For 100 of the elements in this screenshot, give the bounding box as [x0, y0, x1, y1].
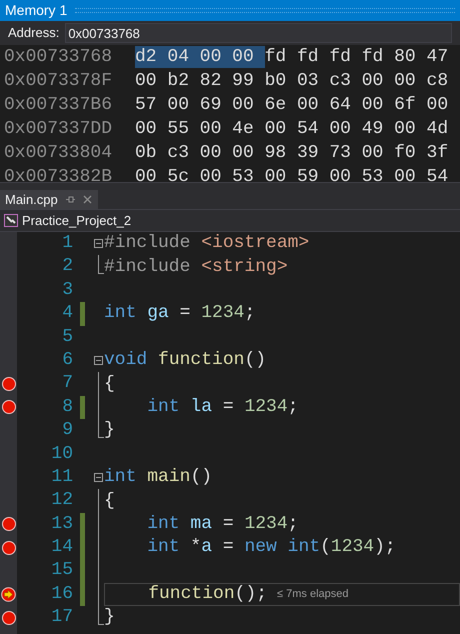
memory-byte[interactable]: 39 — [296, 142, 330, 164]
memory-byte[interactable]: c3 — [329, 70, 362, 92]
memory-byte[interactable]: 00 — [426, 94, 459, 116]
memory-byte[interactable]: 00 — [394, 118, 427, 140]
file-tab[interactable]: Main.cpp — [0, 190, 98, 209]
address-label: Address: — [8, 24, 60, 42]
memory-byte[interactable]: 47 — [426, 46, 459, 68]
memory-byte[interactable]: 00 — [264, 118, 297, 140]
pin-icon[interactable] — [66, 195, 75, 204]
memory-byte[interactable]: d2 — [135, 46, 168, 68]
memory-byte[interactable]: c8 — [426, 70, 459, 92]
memory-byte[interactable]: 6e — [264, 94, 297, 116]
memory-byte[interactable]: 73 — [329, 142, 362, 164]
breakpoint-icon[interactable] — [2, 400, 16, 414]
memory-byte[interactable]: 64 — [329, 94, 362, 116]
line-number: 15 — [50, 559, 73, 582]
memory-byte[interactable]: fd — [362, 46, 394, 68]
code-line: { — [104, 490, 115, 512]
line-number: 7 — [61, 372, 73, 396]
elapsed-time: ≤ 7ms elapsed — [277, 587, 348, 602]
code-line: int *a = new int(1234); — [146, 536, 396, 560]
memory-byte[interactable]: 00 — [167, 94, 200, 116]
memory-byte[interactable]: 00 — [394, 70, 427, 92]
memory-byte[interactable]: 00 — [200, 166, 232, 182]
code-line: { — [104, 372, 115, 396]
line-number: 12 — [50, 489, 73, 512]
memory-byte[interactable]: fd — [264, 46, 297, 68]
collapse-icon[interactable] — [94, 239, 103, 248]
memory-byte[interactable]: 00 — [394, 166, 427, 182]
code-line: int ma = 1234; — [146, 512, 298, 536]
code-line: } — [104, 419, 115, 442]
memory-byte[interactable]: 03 — [296, 70, 330, 92]
line-number: 6 — [61, 348, 73, 372]
horizontal-scrollbar[interactable] — [0, 182, 460, 190]
memory-byte[interactable]: 4e — [232, 118, 265, 140]
memory-byte[interactable]: fd — [329, 46, 362, 68]
line-number: 17 — [50, 606, 73, 630]
line-number: 14 — [50, 536, 73, 560]
memory-byte[interactable]: 00 — [200, 46, 232, 68]
memory-address: 0x007337B6 — [3, 94, 114, 116]
fold-end-line — [98, 419, 104, 438]
memory-byte[interactable]: 54 — [426, 166, 459, 182]
fold-end-line — [98, 255, 104, 274]
line-number: 4 — [61, 302, 73, 326]
memory-byte[interactable]: 99 — [232, 70, 265, 92]
collapse-icon[interactable] — [94, 472, 103, 482]
memory-byte[interactable]: c3 — [167, 142, 200, 164]
memory-byte[interactable]: b2 — [167, 70, 200, 92]
memory-byte[interactable]: 0b — [135, 142, 168, 164]
memory-byte[interactable]: 00 — [200, 142, 232, 164]
memory-byte[interactable]: 82 — [200, 70, 232, 92]
memory-byte[interactable]: 3f — [426, 142, 459, 164]
memory-byte[interactable]: 00 — [362, 70, 394, 92]
memory-byte[interactable]: 00 — [264, 166, 297, 182]
breakpoint-icon[interactable] — [2, 610, 16, 625]
code-line: function(); — [147, 583, 268, 606]
memory-byte[interactable]: 53 — [362, 166, 394, 182]
memory-byte[interactable]: b0 — [264, 70, 297, 92]
current-statement-breakpoint-icon[interactable] — [1, 587, 16, 602]
memory-byte[interactable]: 5c — [167, 166, 200, 182]
close-icon[interactable] — [82, 195, 92, 204]
code-line: #include <string> — [104, 256, 288, 279]
memory-byte[interactable]: 49 — [362, 118, 394, 140]
memory-byte[interactable]: 00 — [329, 166, 362, 182]
memory-byte[interactable]: 00 — [135, 70, 168, 92]
memory-byte[interactable]: f0 — [394, 142, 427, 164]
memory-byte[interactable]: 6f — [394, 94, 427, 116]
code-line: int main() — [104, 466, 212, 490]
memory-address: 0x00733804 — [3, 142, 114, 164]
memory-byte[interactable]: 00 — [232, 94, 265, 116]
memory-byte[interactable]: 00 — [200, 118, 232, 140]
memory-address: 0x007337DD — [3, 118, 114, 140]
memory-byte[interactable]: fd — [296, 46, 330, 68]
memory-byte[interactable]: 00 — [362, 142, 394, 164]
line-number: 9 — [61, 419, 73, 442]
collapse-icon[interactable] — [94, 356, 103, 365]
memory-byte[interactable]: 04 — [167, 46, 200, 68]
line-number: 11 — [50, 466, 73, 489]
project-icon — [4, 214, 18, 227]
memory-byte[interactable]: 00 — [232, 46, 265, 68]
memory-byte[interactable]: 00 — [296, 94, 330, 116]
memory-byte[interactable]: 55 — [167, 118, 200, 140]
breakpoint-icon[interactable] — [2, 517, 16, 532]
memory-byte[interactable]: 57 — [135, 94, 168, 116]
memory-byte[interactable]: 00 — [232, 142, 265, 164]
address-field[interactable]: 0x00733768 — [65, 23, 452, 43]
memory-byte[interactable]: 53 — [232, 166, 265, 182]
memory-byte[interactable]: 00 — [362, 94, 394, 116]
breakpoint-icon[interactable] — [2, 540, 16, 555]
breakpoint-icon[interactable] — [2, 377, 16, 392]
memory-byte[interactable]: 59 — [296, 166, 330, 182]
memory-byte[interactable]: 80 — [394, 46, 427, 68]
memory-byte[interactable]: 00 — [135, 166, 168, 182]
memory-byte[interactable]: 98 — [264, 142, 297, 164]
memory-byte[interactable]: 4d — [426, 118, 459, 140]
memory-byte[interactable]: 54 — [296, 118, 330, 140]
memory-byte[interactable]: 00 — [329, 118, 362, 140]
memory-byte[interactable]: 69 — [200, 94, 232, 116]
memory-byte[interactable]: 00 — [135, 118, 168, 140]
line-number: 2 — [61, 255, 73, 278]
